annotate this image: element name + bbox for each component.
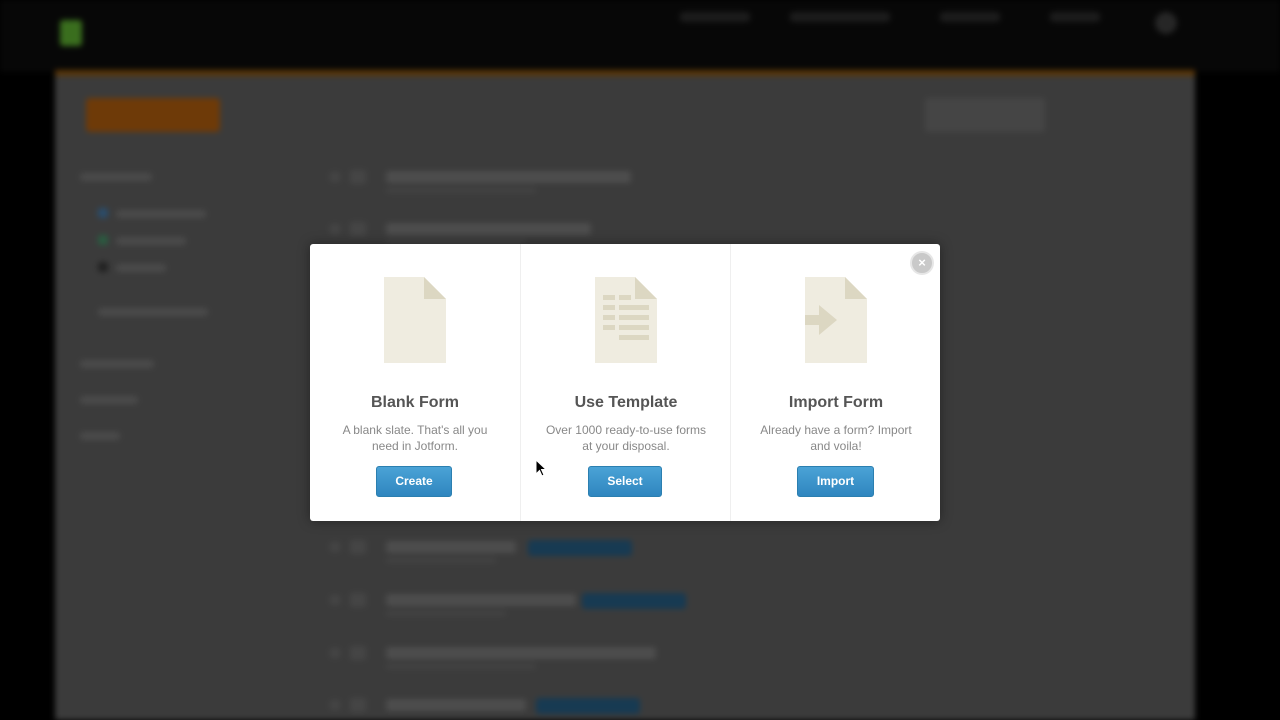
top-bar <box>0 0 1280 72</box>
option-title: Import Form <box>788 394 884 411</box>
sidebar-heading <box>80 173 152 181</box>
option-title: Use Template <box>574 394 678 411</box>
option-description: A blank slate. That's all you need in Jo… <box>342 423 488 453</box>
sidebar-item[interactable] <box>116 237 186 245</box>
sidebar-item[interactable] <box>116 210 206 218</box>
option-description: Over 1000 ready-to-use forms at your dis… <box>545 423 707 453</box>
sidebar-section[interactable] <box>80 360 154 368</box>
sidebar-icon <box>98 208 108 218</box>
top-nav-item[interactable] <box>940 12 1000 22</box>
option-title: Blank Form <box>370 394 459 411</box>
form-list-row[interactable] <box>330 540 730 563</box>
search-box[interactable] <box>925 98 1045 132</box>
import-button[interactable]: Import <box>797 466 874 497</box>
import-form-option: Import Form Already have a form? Import … <box>730 244 940 521</box>
sidebar-icon <box>98 235 108 245</box>
form-list-row[interactable] <box>330 170 730 193</box>
top-nav-item[interactable] <box>1050 12 1100 22</box>
option-description: Already have a form? Import and voila! <box>760 423 912 453</box>
form-list-row[interactable] <box>330 698 730 714</box>
close-icon[interactable]: × <box>910 251 934 275</box>
sidebar-item[interactable] <box>98 308 208 316</box>
sidebar-section[interactable] <box>80 432 120 440</box>
create-form-button[interactable] <box>86 98 220 132</box>
form-list-row[interactable] <box>330 222 730 245</box>
top-nav-item[interactable] <box>680 12 750 22</box>
form-list-row[interactable] <box>330 593 730 616</box>
user-avatar[interactable] <box>1155 12 1177 34</box>
create-button[interactable]: Create <box>376 466 452 497</box>
use-template-option: Use Template Over 1000 ready-to-use form… <box>520 244 730 521</box>
blank-document-icon <box>384 277 446 363</box>
jotform-logo <box>60 16 210 48</box>
sidebar-item[interactable] <box>116 264 166 272</box>
select-button[interactable]: Select <box>588 466 662 497</box>
sidebar-section[interactable] <box>80 396 138 404</box>
sidebar-icon <box>98 262 108 272</box>
blank-form-option: Blank Form A blank slate. That's all you… <box>310 244 520 521</box>
template-document-icon <box>595 277 657 363</box>
top-nav-item[interactable] <box>790 12 890 22</box>
new-form-dialog: Blank Form A blank slate. That's all you… <box>310 244 940 521</box>
form-list-row[interactable] <box>330 646 730 669</box>
mouse-cursor-icon <box>535 459 547 477</box>
import-document-icon <box>805 277 867 363</box>
